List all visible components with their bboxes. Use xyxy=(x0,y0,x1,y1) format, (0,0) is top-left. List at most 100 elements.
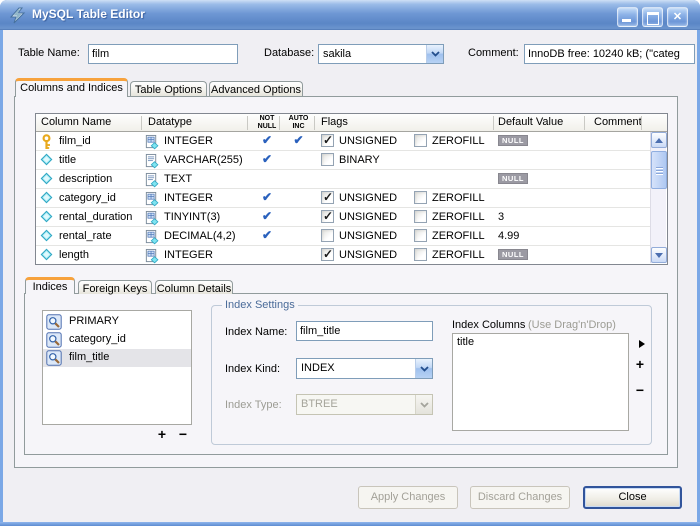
flag-unsigned[interactable]: UNSIGNED xyxy=(321,248,397,261)
table-row[interactable]: rental_rate DECIMAL(4,2) ✔ UNSIGNED ZEROFILL… xyxy=(36,227,650,246)
table-name-input[interactable] xyxy=(88,44,238,64)
flag-binary[interactable]: BINARY xyxy=(321,153,380,166)
minimize-button[interactable] xyxy=(617,7,638,27)
remove-index-button[interactable]: − xyxy=(174,428,192,443)
tab-foreign-keys[interactable]: Foreign Keys xyxy=(78,280,152,294)
window-title: MySQL Table Editor xyxy=(32,7,145,21)
index-column-item[interactable]: title xyxy=(457,336,624,348)
not-null-checkmark[interactable]: ✔ xyxy=(251,152,283,166)
header-comment[interactable]: Comment xyxy=(594,116,642,128)
column-name-cell[interactable]: rental_rate xyxy=(59,230,112,242)
default-value-cell[interactable]: 3 xyxy=(498,211,504,223)
scroll-up-button[interactable] xyxy=(651,132,667,148)
datatype-cell[interactable]: DECIMAL(4,2) xyxy=(164,230,236,242)
datatype-icon xyxy=(144,248,159,264)
database-select[interactable]: sakila xyxy=(318,44,444,64)
tab-advanced-options[interactable]: Advanced Options xyxy=(209,81,303,96)
header-flags[interactable]: Flags xyxy=(321,116,348,128)
table-row[interactable]: length INTEGER UNSIGNED ZEROFILL NULL xyxy=(36,246,650,264)
close-window-button[interactable] xyxy=(667,7,688,27)
datatype-cell[interactable]: VARCHAR(255) xyxy=(164,154,243,166)
checkbox-zerofill[interactable] xyxy=(414,229,427,242)
remove-index-column-button[interactable]: − xyxy=(633,384,647,398)
index-columns-list[interactable]: title xyxy=(452,333,629,431)
checkbox-binary[interactable] xyxy=(321,153,334,166)
mysql-table-editor-window: MySQL Table Editor Table Name: Database:… xyxy=(0,0,700,526)
checkbox-unsigned[interactable] xyxy=(321,210,334,223)
checkbox-zerofill[interactable] xyxy=(414,248,427,261)
table-row[interactable]: title VARCHAR(255) ✔ BINARY xyxy=(36,151,650,170)
default-value-cell[interactable]: 4.99 xyxy=(498,230,519,242)
index-name-input[interactable] xyxy=(296,321,433,341)
index-columns-hint: (Use Drag'n'Drop) xyxy=(528,319,616,331)
not-null-checkmark[interactable]: ✔ xyxy=(251,228,283,242)
flag-zerofill[interactable]: ZEROFILL xyxy=(414,134,485,147)
column-name-cell[interactable]: length xyxy=(59,249,89,261)
datatype-cell[interactable]: TEXT xyxy=(164,173,192,185)
checkbox-unsigned[interactable] xyxy=(321,191,334,204)
flag-unsigned[interactable]: UNSIGNED xyxy=(321,191,397,204)
scrollbar-thumb[interactable] xyxy=(651,151,667,189)
checkbox-unsigned[interactable] xyxy=(321,248,334,261)
index-list-item[interactable]: category_id xyxy=(43,331,191,349)
datatype-cell[interactable]: INTEGER xyxy=(164,135,213,147)
checkbox-unsigned[interactable] xyxy=(321,134,334,147)
not-null-checkmark[interactable]: ✔ xyxy=(251,190,283,204)
datatype-cell[interactable]: INTEGER xyxy=(164,249,213,261)
flag-unsigned[interactable]: UNSIGNED xyxy=(321,134,397,147)
flag-unsigned[interactable]: UNSIGNED xyxy=(321,210,397,223)
header-column-name[interactable]: Column Name xyxy=(41,116,111,128)
not-null-checkmark[interactable]: ✔ xyxy=(251,133,283,147)
discard-changes-button[interactable]: Discard Changes xyxy=(470,486,570,509)
index-list-item[interactable]: PRIMARY xyxy=(43,313,191,331)
default-value-cell[interactable]: NULL xyxy=(498,135,528,147)
default-value-cell[interactable]: NULL xyxy=(498,249,528,261)
title-bar[interactable]: MySQL Table Editor xyxy=(0,0,700,30)
column-name-cell[interactable]: description xyxy=(59,173,112,185)
column-name-cell[interactable]: film_id xyxy=(59,135,91,147)
maximize-button[interactable] xyxy=(642,7,663,27)
default-value-cell[interactable]: NULL xyxy=(498,173,528,185)
apply-changes-button[interactable]: Apply Changes xyxy=(358,486,458,509)
table-row[interactable]: category_id INTEGER ✔ UNSIGNED ZEROFILL xyxy=(36,189,650,208)
flag-zerofill[interactable]: ZEROFILL xyxy=(414,248,485,261)
not-null-checkmark[interactable]: ✔ xyxy=(251,209,283,223)
tab-columns-and-indices[interactable]: Columns and Indices xyxy=(15,78,128,97)
close-button[interactable]: Close xyxy=(583,486,682,509)
index-list[interactable]: PRIMARYcategory_idfilm_title xyxy=(42,310,192,425)
flag-zerofill[interactable]: ZEROFILL xyxy=(414,229,485,242)
tab-table-options[interactable]: Table Options xyxy=(130,81,207,96)
datatype-cell[interactable]: INTEGER xyxy=(164,192,213,204)
auto-inc-checkmark[interactable]: ✔ xyxy=(283,133,314,147)
datatype-cell[interactable]: TINYINT(3) xyxy=(164,211,220,223)
flag-unsigned[interactable]: UNSIGNED xyxy=(321,229,397,242)
chevron-down-icon[interactable] xyxy=(426,45,443,63)
column-icon xyxy=(40,229,53,245)
add-index-column-button[interactable]: + xyxy=(633,358,647,372)
table-row[interactable]: film_id INTEGER ✔✔ UNSIGNED ZEROFILL NULL xyxy=(36,132,650,151)
table-row[interactable]: rental_duration TINYINT(3) ✔ UNSIGNED ZEROFI… xyxy=(36,208,650,227)
add-index-button[interactable]: + xyxy=(153,428,171,443)
move-column-right-button[interactable] xyxy=(635,337,649,351)
checkbox-zerofill[interactable] xyxy=(414,191,427,204)
header-default-value[interactable]: Default Value xyxy=(498,116,563,128)
column-name-cell[interactable]: title xyxy=(59,154,76,166)
column-name-cell[interactable]: category_id xyxy=(59,192,116,204)
index-kind-select[interactable]: INDEX xyxy=(296,358,433,379)
column-name-cell[interactable]: rental_duration xyxy=(59,211,132,223)
vertical-scrollbar[interactable] xyxy=(650,132,666,263)
chevron-down-icon[interactable] xyxy=(415,359,432,378)
tab-column-details[interactable]: Column Details xyxy=(155,280,233,294)
header-auto-inc[interactable]: AUTOINC xyxy=(283,115,314,131)
checkbox-zerofill[interactable] xyxy=(414,134,427,147)
flag-zerofill[interactable]: ZEROFILL xyxy=(414,210,485,223)
flag-zerofill[interactable]: ZEROFILL xyxy=(414,191,485,204)
scroll-down-button[interactable] xyxy=(651,247,667,263)
checkbox-zerofill[interactable] xyxy=(414,210,427,223)
checkbox-unsigned[interactable] xyxy=(321,229,334,242)
comment-input[interactable] xyxy=(524,44,695,64)
index-list-item[interactable]: film_title xyxy=(43,349,191,367)
table-row[interactable]: description TEXT NULL xyxy=(36,170,650,189)
header-datatype[interactable]: Datatype xyxy=(148,116,192,128)
tab-indices[interactable]: Indices xyxy=(25,277,75,294)
